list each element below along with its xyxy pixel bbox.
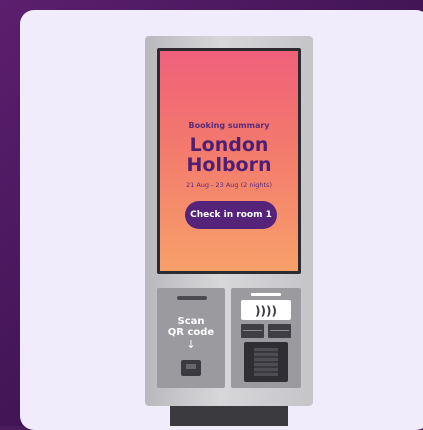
qr-scanner-icon[interactable] <box>181 360 201 376</box>
scan-label-line2: QR code <box>167 327 215 338</box>
card-terminal-icon[interactable] <box>244 342 288 382</box>
kiosk-screen-bezel: Booking summary London Holborn 21 Aug - … <box>157 48 301 274</box>
hotel-name-line2: Holborn <box>186 154 272 176</box>
terminal-screen <box>254 348 278 376</box>
contactless-icon: )))) <box>255 304 277 318</box>
keypad-key[interactable] <box>241 324 264 338</box>
arrow-down-icon: ↓ <box>186 338 196 351</box>
card-slot <box>251 293 281 296</box>
ticket-slot <box>177 296 207 300</box>
hotel-name: London Holborn <box>160 135 298 175</box>
kiosk-screen: Booking summary London Holborn 21 Aug - … <box>160 51 298 271</box>
check-in-button[interactable]: Check in room 1 <box>185 201 277 229</box>
scanner-window <box>186 364 196 369</box>
self-checkin-kiosk: Booking summary London Holborn 21 Aug - … <box>145 36 313 406</box>
stay-dates: 21 Aug - 23 Aug (2 nights) <box>186 181 272 189</box>
payment-panel: )))) <box>231 288 301 388</box>
keypad-icon <box>241 324 291 338</box>
hotel-name-line1: London <box>189 134 269 156</box>
kiosk-stand <box>170 404 288 426</box>
qr-scan-panel: Scan QR code ↓ <box>157 288 225 388</box>
scan-label-line1: Scan <box>177 316 205 327</box>
scan-qr-label: Scan QR code <box>157 316 225 338</box>
booking-summary-heading: Booking summary <box>188 121 270 130</box>
contactless-pad[interactable]: )))) <box>241 300 291 320</box>
keypad-key[interactable] <box>268 324 291 338</box>
